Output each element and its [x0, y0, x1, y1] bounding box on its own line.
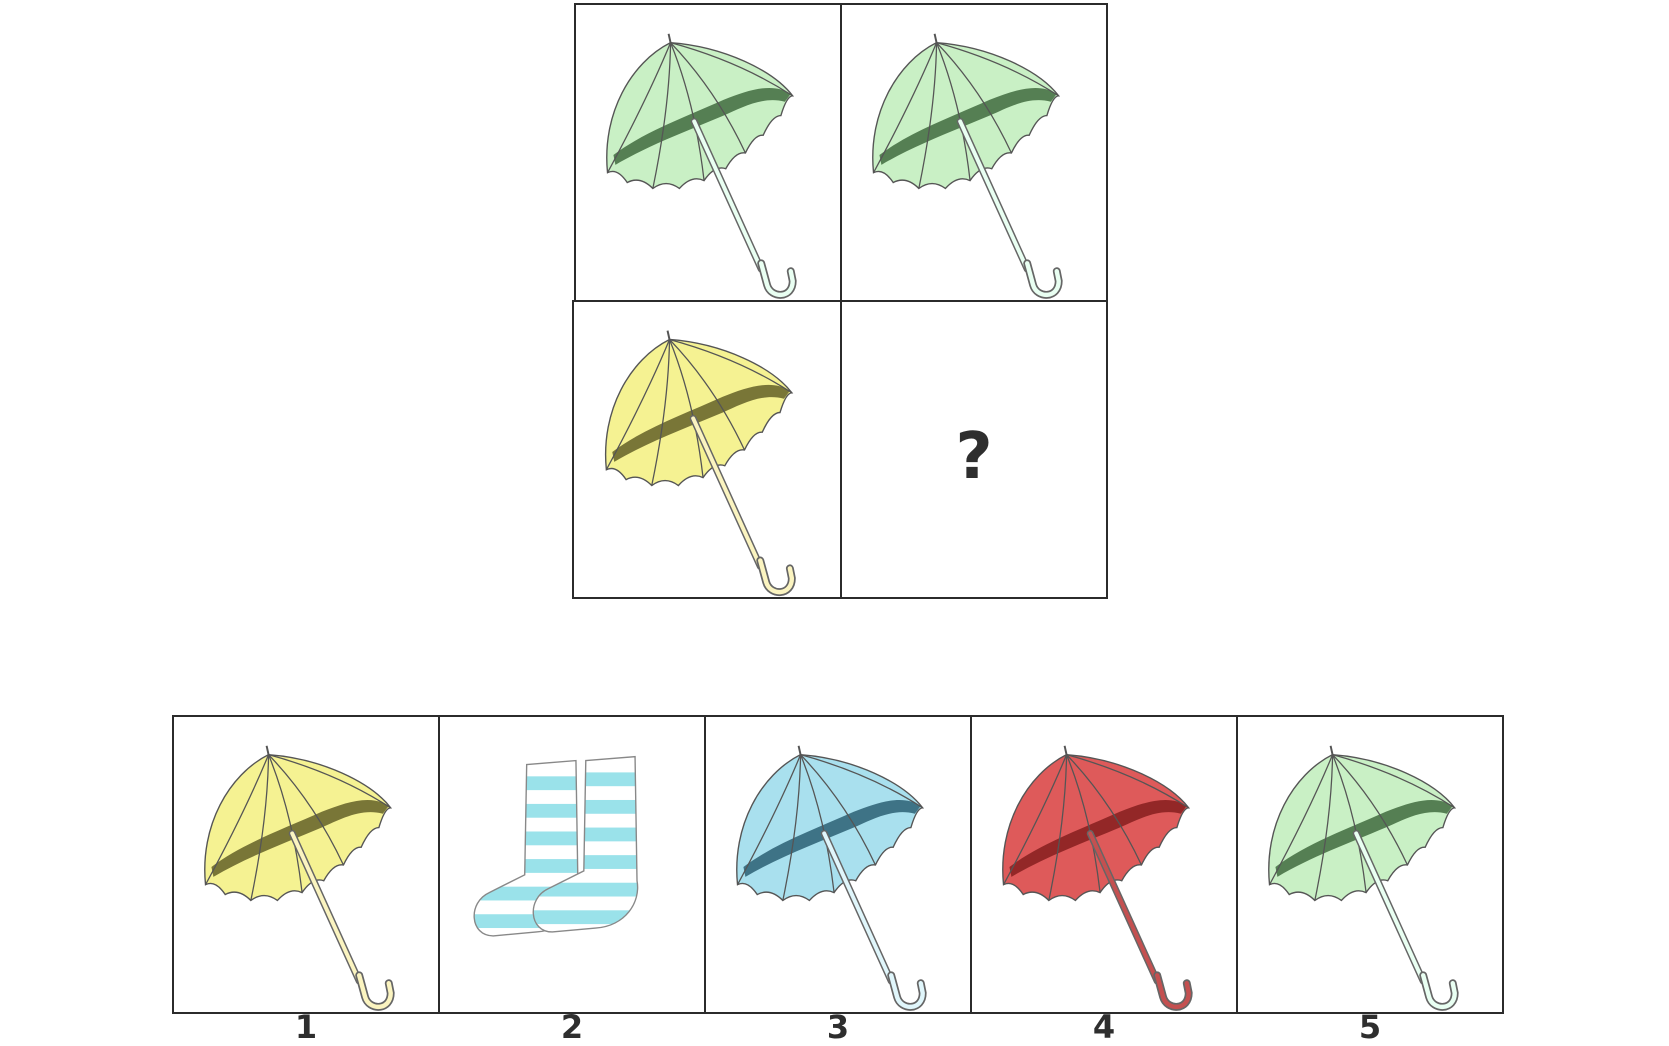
option-3[interactable] [704, 715, 972, 1014]
option-label-1: 1 [294, 1008, 318, 1046]
socks-icon [473, 755, 639, 937]
option-4[interactable] [970, 715, 1238, 1014]
option-2[interactable] [438, 715, 706, 1014]
yellow-umbrella-icon [204, 745, 395, 1011]
green-umbrella-icon [606, 33, 797, 299]
option-label-5: 5 [1358, 1008, 1382, 1046]
grid-cell-missing: ? [840, 300, 1108, 599]
option-label-4: 4 [1092, 1008, 1116, 1046]
green-umbrella-icon [872, 33, 1063, 299]
blue-umbrella-icon [736, 745, 927, 1011]
red-umbrella-icon [1002, 745, 1193, 1011]
option-label-2: 2 [560, 1008, 584, 1046]
grid-cell-2 [840, 3, 1108, 302]
grid-cell-1 [574, 3, 842, 302]
green-umbrella-icon [1268, 745, 1459, 1011]
question-mark: ? [955, 420, 993, 494]
option-1[interactable] [172, 715, 440, 1014]
grid-cell-3 [572, 300, 842, 599]
option-5[interactable] [1236, 715, 1504, 1014]
option-label-3: 3 [826, 1008, 850, 1046]
yellow-umbrella-icon [604, 330, 796, 597]
